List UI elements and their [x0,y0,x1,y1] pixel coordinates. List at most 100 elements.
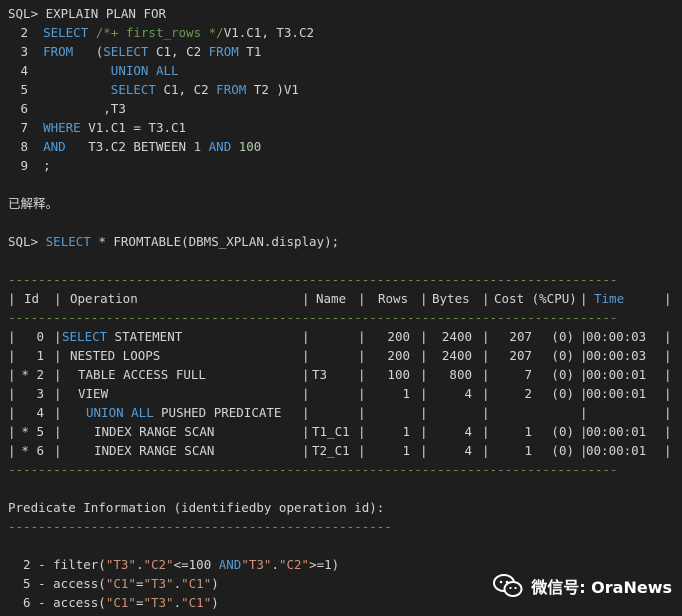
predicate-token: "C1" [105,595,136,610]
sql-token: /*+ first_rows */ [95,25,224,40]
header-name: Name [316,291,347,306]
sql-line: 6 ,T3 [0,99,126,118]
row-rows: 200 [387,348,410,363]
sql-token: ; [43,158,51,173]
predicate-title: Predicate Information (identifiedby oper… [8,500,385,515]
prompt-rest: * FROMTABLE(DBMS_XPLAN.display); [90,234,340,249]
wechat-icon [493,573,523,599]
plan-bottom-divider: ----------------------------------------… [8,462,618,477]
row-id: 0 [21,329,44,344]
sql-line: 5 SELECT C1, C2 FROM T2 )V1 [0,80,299,99]
wechat-watermark: 微信号: OraNews [493,570,672,602]
row-rows: 1 [402,443,410,458]
sql-token: UNION ALL [110,63,179,78]
predicate-line: 5 - access("C1"="T3"."C1") [8,574,219,593]
row-cpu: (0) [551,443,574,458]
predicate-divider: ----------------------------------------… [8,519,392,534]
column-separator: | [358,386,366,401]
predicate-token: 5 - access( [8,576,106,591]
line-number: 8 [20,139,28,154]
row-cost: 7 [524,367,532,382]
column-separator: | [358,405,366,420]
row-bytes: 4 [464,386,472,401]
row-cpu: (0) [551,329,574,344]
column-separator: | [358,329,366,344]
column-separator: | [664,367,672,382]
predicate-token: 6 - access( [8,595,106,610]
sql-token: 100 [238,139,262,154]
predicate-token: "T3" [143,576,174,591]
predicate-token: ) [211,595,219,610]
column-separator: | [420,405,428,420]
row-id: 4 [21,405,44,420]
column-separator: | [54,367,62,382]
sql-token: ,T3 [43,101,126,116]
column-separator: | [580,291,588,306]
predicate-token: 2 - filter( [8,557,106,572]
row-rows: 200 [387,329,410,344]
sql-token: SELECT [103,44,149,59]
predicate-token: "T3" [105,557,136,572]
column-separator: | [302,348,310,363]
row-cpu: (0) [551,348,574,363]
operation-text: STATEMENT [107,329,183,344]
line-number: 6 [20,101,28,116]
line-number: 7 [20,120,28,135]
row-cpu: (0) [551,424,574,439]
header-id: Id [24,291,40,306]
predicate-token: "C1" [105,576,136,591]
column-separator: | [54,386,62,401]
column-separator: | [358,424,366,439]
predicate-token: "T3" [241,557,272,572]
row-time: 00:00:03 [586,348,647,363]
operation-text: NESTED LOOPS [70,348,161,363]
column-separator: | [358,291,366,306]
column-separator: | [420,291,428,306]
row-id: * 5 [21,424,44,439]
row-bytes: 4 [464,424,472,439]
sql-token: AND [43,139,66,154]
column-separator: | [8,367,16,382]
terminal-window: SQL> EXPLAIN PLAN FOR 2 SELECT /*+ first… [0,0,682,616]
row-rows: 1 [402,424,410,439]
column-separator: | [302,443,310,458]
row-bytes: 2400 [441,329,472,344]
column-separator: | [420,367,428,382]
column-separator: | [664,329,672,344]
column-separator: | [302,424,310,439]
column-separator: | [8,443,16,458]
explain-prompt: SQL> EXPLAIN PLAN FOR [8,6,167,21]
column-separator: | [420,348,428,363]
row-name: T3 [312,367,328,382]
predicate-token: . [173,576,182,591]
predicate-line: 6 - access("C1"="T3"."C1") [8,593,219,612]
header-cost: Cost (%CPU) [494,291,577,306]
header-operation: Operation [70,291,138,306]
plan-row: | | | | | | | | 3 VIEW 1 4 2 (0) 00:00:01 [8,384,678,403]
sql-token: AND [208,139,232,154]
sql-line: 3 FROM (SELECT C1, C2 FROM T1 [0,42,261,61]
row-time: 00:00:01 [586,367,647,382]
operation-text: TABLE ACCESS FULL [78,367,206,382]
column-separator: | [54,348,62,363]
row-cpu: (0) [551,367,574,382]
column-separator: | [8,405,16,420]
sql-token: SELECT [43,25,96,40]
line-number: 2 [20,25,28,40]
row-cost: 1 [524,424,532,439]
row-rows: 1 [402,386,410,401]
sql-token: V1.C1 = T3.C1 [80,120,187,135]
sql-token: C1, C2 [155,82,217,97]
column-separator: | [54,405,62,420]
column-separator: | [8,348,16,363]
predicate-line: 2 - filter("T3"."C2"<=100 AND"T3"."C2">=… [8,555,339,574]
row-id: 3 [21,386,44,401]
predicate-token: "T3" [143,595,174,610]
